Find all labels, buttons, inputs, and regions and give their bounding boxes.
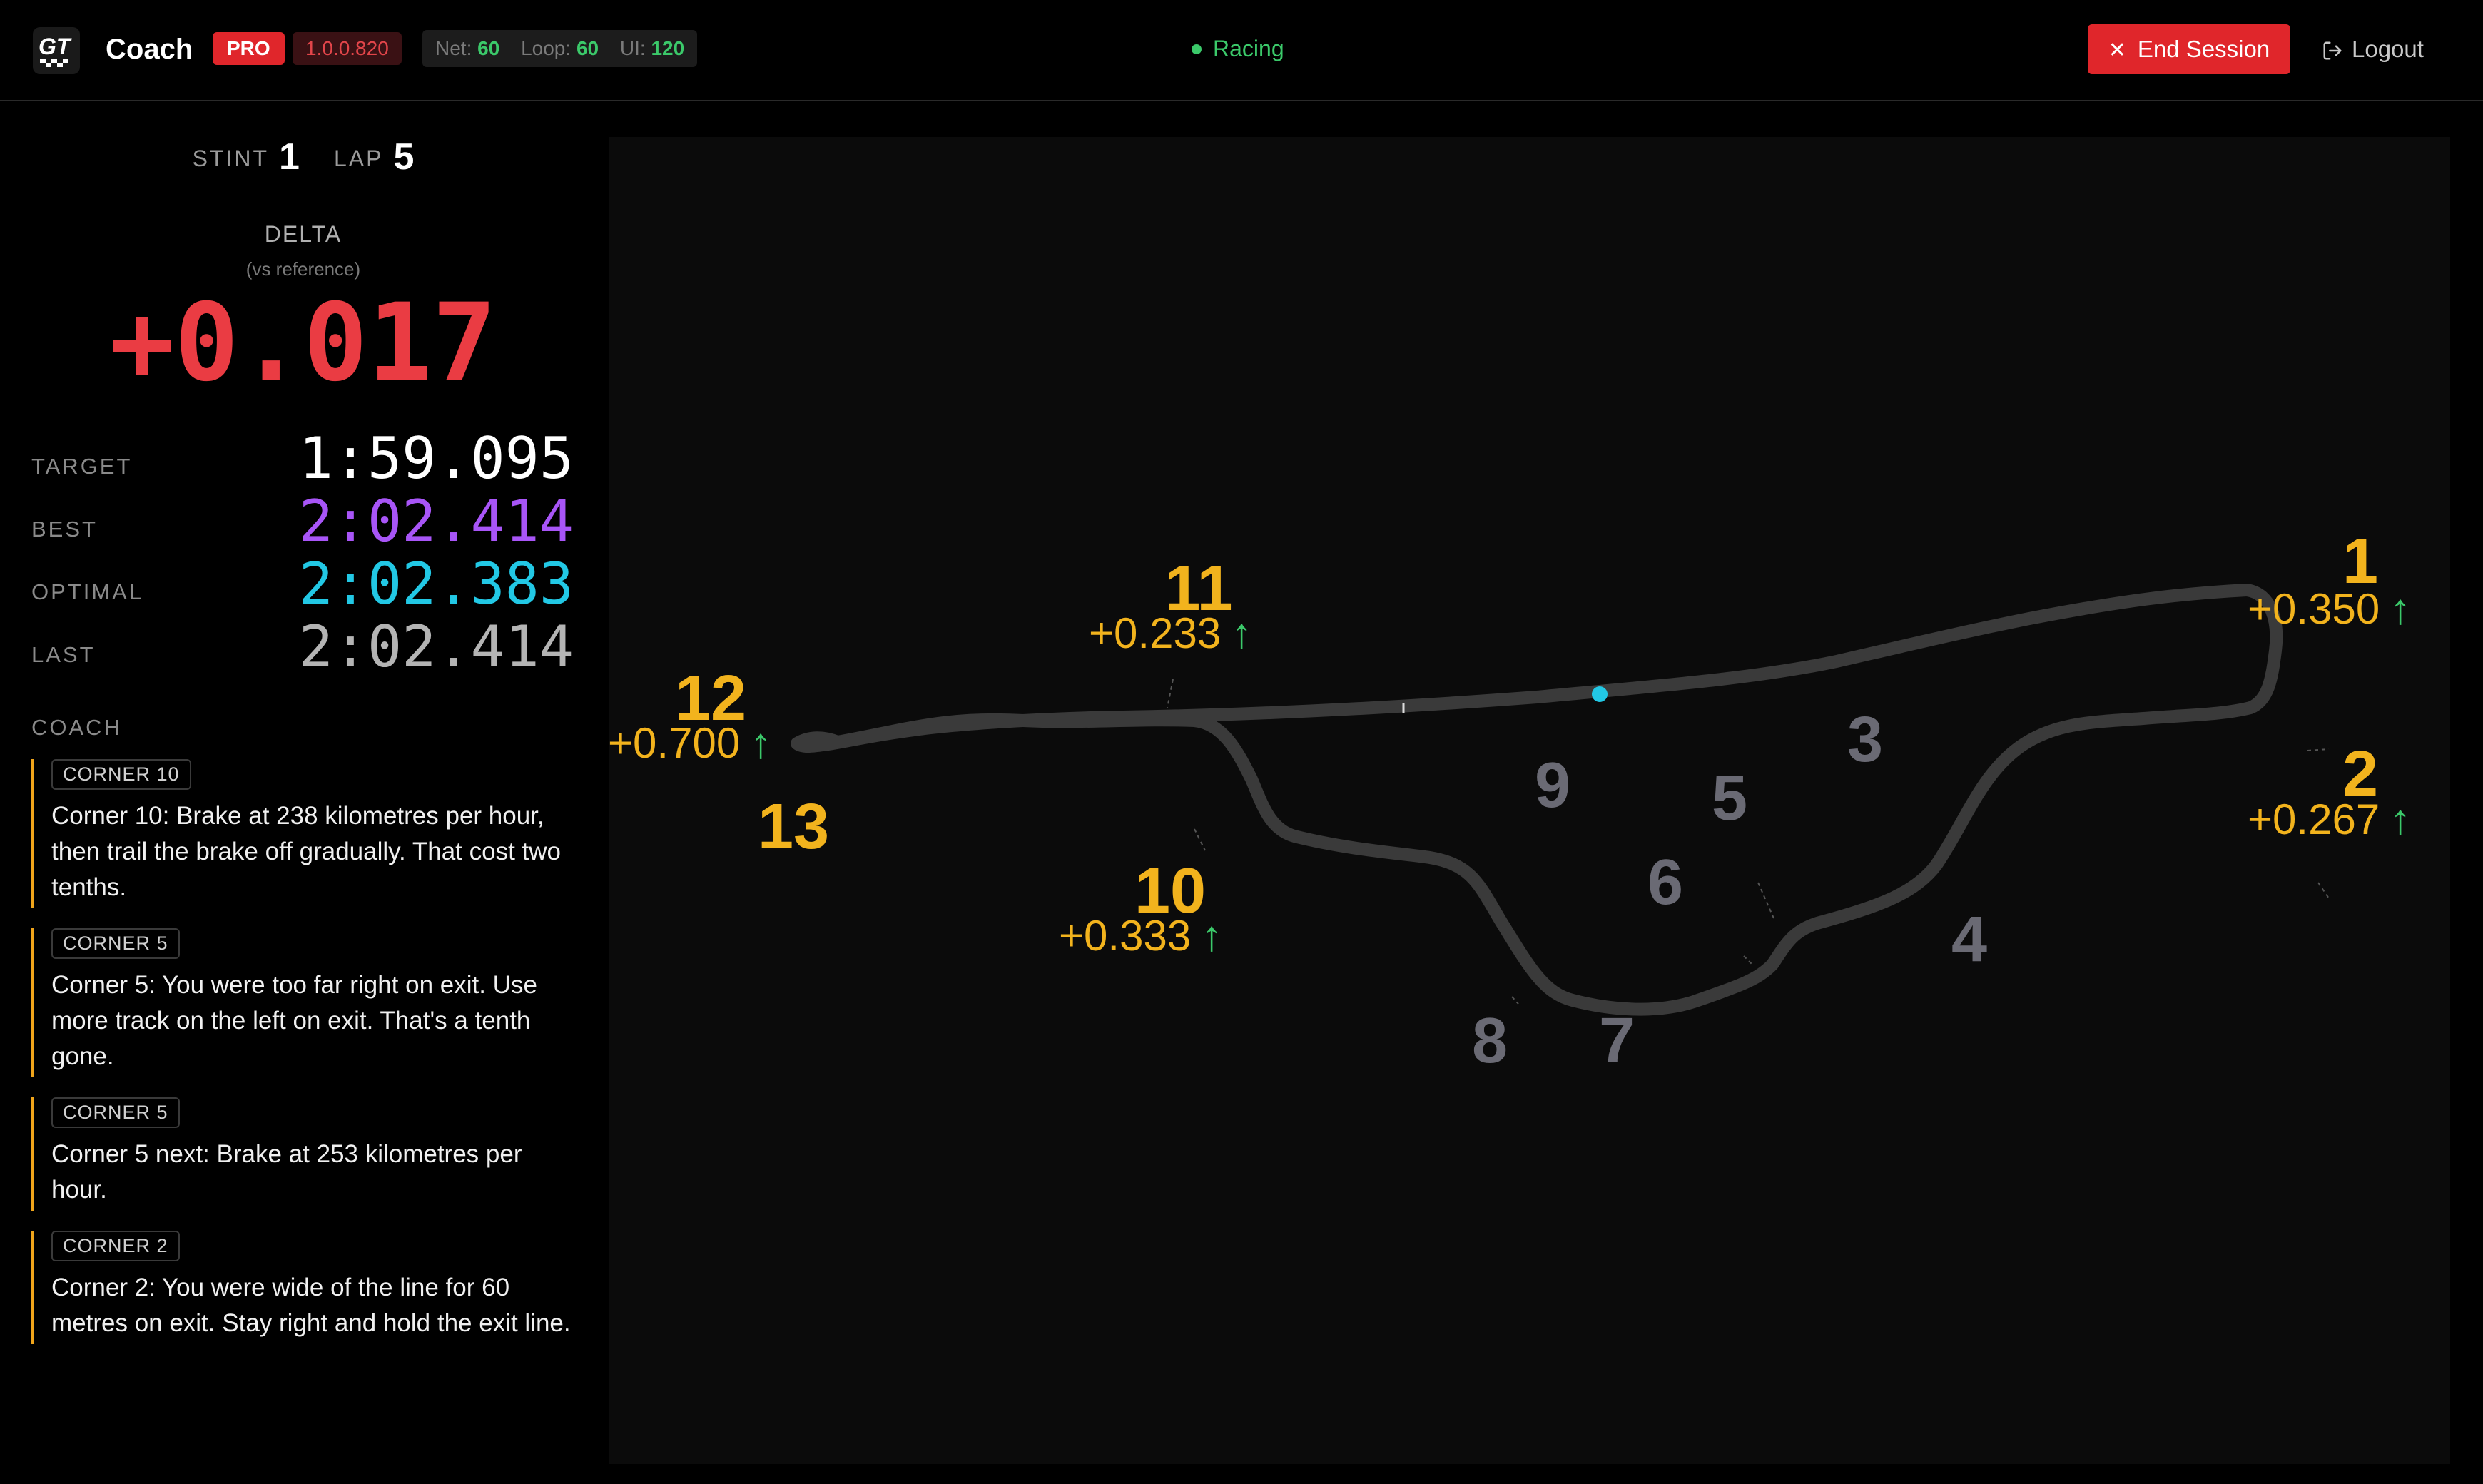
stint-label: STINT [192, 146, 270, 171]
ui-value: 120 [651, 37, 685, 59]
arrow-up-icon: ↑ [1231, 609, 1253, 657]
corner-5-number: 5 [1711, 763, 1748, 834]
optimal-time: 2:02.383 [298, 551, 574, 617]
coach-message-text: Corner 10: Brake at 238 kilometres per h… [51, 802, 562, 901]
coach-messages[interactable]: CORNER 10 Corner 10: Brake at 238 kilome… [31, 759, 581, 1364]
corner-11-delta: +0.233 ↑ [1089, 611, 1252, 656]
arrow-up-icon: ↑ [1201, 912, 1223, 960]
corner-tag: CORNER 5 [51, 1097, 180, 1128]
coach-message: CORNER 5 Corner 5 next: Brake at 253 kil… [31, 1097, 581, 1211]
last-time: 2:02.414 [298, 614, 574, 680]
logout-icon [2323, 41, 2342, 60]
lap-number: 5 [393, 136, 415, 178]
optimal-label: OPTIMAL [31, 579, 144, 604]
loop-label: Loop: [521, 37, 572, 59]
coach-message-text: Corner 5: You were too far right on exit… [51, 971, 537, 1070]
corner-12-delta-value: +0.700 [608, 719, 741, 767]
corner-1-delta-value: +0.350 [2248, 585, 2380, 633]
last-time-row: LAST 2:02.414 [31, 614, 574, 680]
corner-4-number: 4 [1951, 904, 1988, 975]
end-session-label: End Session [2137, 36, 2270, 62]
target-time: 1:59.095 [298, 425, 574, 492]
corner-12-delta: +0.700 ↑ [608, 721, 771, 766]
delta-sublabel: (vs reference) [245, 258, 361, 280]
best-label: BEST [31, 517, 98, 542]
arrow-up-icon: ↑ [2390, 796, 2412, 843]
coach-message: CORNER 5 Corner 5: You were too far righ… [31, 928, 581, 1077]
corner-11-delta-value: +0.233 [1089, 609, 1222, 657]
stint-number: 1 [279, 136, 300, 178]
version-badge: 1.0.0.820 [293, 32, 402, 65]
last-label: LAST [31, 642, 96, 667]
stint-lap-indicator: STINT 1 LAP 5 [0, 136, 606, 178]
corner-10-delta: +0.333 ↑ [1059, 913, 1222, 959]
lap-times: TARGET 1:59.095 BEST 2:02.414 OPTIMAL 2:… [31, 425, 574, 680]
corner-7-number: 7 [1598, 1005, 1635, 1077]
app-title: Coach [106, 34, 193, 65]
corner-1-delta: +0.350 ↑ [2248, 586, 2411, 632]
svg-text:GT: GT [39, 34, 72, 59]
corner-tag: CORNER 5 [51, 928, 180, 959]
delta-label: DELTA [264, 221, 342, 247]
arrow-up-icon: ↑ [750, 719, 772, 767]
corner-3-number: 3 [1847, 704, 1884, 776]
coach-message: CORNER 10 Corner 10: Brake at 238 kilome… [31, 759, 581, 908]
corner-2-delta-value: +0.267 [2248, 796, 2380, 843]
status-dot-icon [1192, 44, 1202, 54]
session-status: Racing [1192, 33, 1284, 64]
coach-message-text: Corner 2: You were wide of the line for … [51, 1274, 571, 1337]
corner-10-delta-value: +0.333 [1059, 912, 1192, 960]
loop-value: 60 [576, 37, 599, 59]
optimal-time-row: OPTIMAL 2:02.383 [31, 551, 574, 617]
logout-label: Logout [2352, 36, 2424, 62]
pro-badge: PRO [213, 32, 285, 65]
corner-tag: CORNER 10 [51, 759, 191, 790]
coach-message: CORNER 2 Corner 2: You were wide of the … [31, 1231, 581, 1344]
arrow-up-icon: ↑ [2390, 585, 2412, 633]
lap-label: LAP [333, 146, 384, 171]
gt-logo-icon: GT [33, 27, 80, 74]
net-value: 60 [477, 37, 500, 59]
ui-label: UI: [619, 37, 646, 59]
delta-value: +0.017 [110, 281, 497, 405]
corner-8-number: 8 [1471, 1005, 1508, 1077]
car-position-icon [1592, 686, 1608, 702]
logout-button[interactable]: Logout [2322, 31, 2424, 67]
corner-9-number: 9 [1534, 750, 1571, 821]
best-time-row: BEST 2:02.414 [31, 488, 574, 554]
close-icon: ✕ [2108, 39, 2126, 62]
net-label: Net: [435, 37, 472, 59]
corner-13-number: 13 [757, 791, 830, 863]
top-bar: GT Coach PRO 1.0.0.820 Net: 60 Loop: 60 … [0, 0, 2483, 101]
track-map[interactable]: 1 +0.350 ↑ 2 +0.267 ↑ 10 +0.333 ↑ 11 +0.233… [608, 137, 2450, 1464]
best-time: 2:02.414 [298, 488, 574, 554]
corner-2-delta: +0.267 ↑ [2248, 797, 2411, 843]
target-label: TARGET [31, 454, 133, 479]
end-session-button[interactable]: ✕ End Session [2088, 24, 2290, 74]
status-text: Racing [1213, 36, 1284, 61]
corner-6-number: 6 [1647, 847, 1684, 918]
coach-heading: COACH [31, 715, 122, 740]
performance-stats: Net: 60 Loop: 60 UI: 120 [422, 30, 698, 67]
coach-message-text: Corner 5 next: Brake at 253 kilometres p… [51, 1140, 522, 1204]
corner-1-number: 1 [2342, 526, 2379, 597]
target-time-row: TARGET 1:59.095 [31, 425, 574, 492]
corner-tag: CORNER 2 [51, 1231, 180, 1261]
